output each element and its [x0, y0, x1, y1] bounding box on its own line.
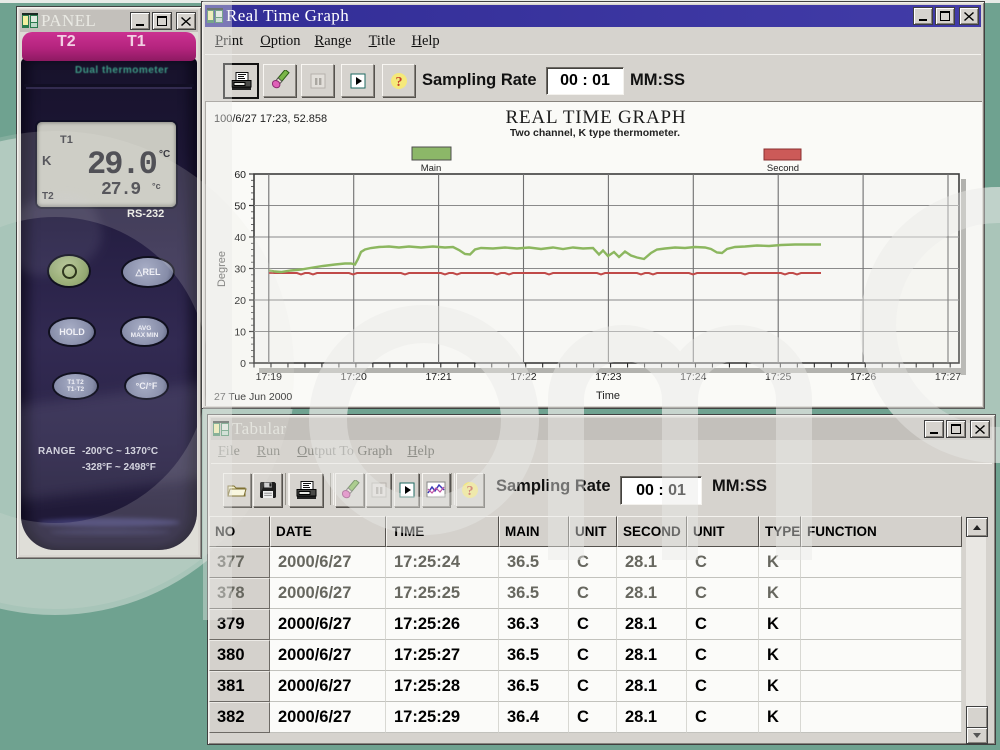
svg-text:17:19: 17:19 — [256, 371, 282, 383]
svg-text:0: 0 — [240, 358, 246, 370]
svg-text:17:20: 17:20 — [341, 371, 367, 383]
svg-text:?: ? — [467, 484, 474, 499]
svg-text:60: 60 — [234, 169, 246, 181]
svg-text:17:23: 17:23 — [595, 371, 621, 383]
svg-text:Second: Second — [767, 163, 799, 174]
svg-text:17:27: 17:27 — [935, 371, 961, 383]
svg-text:10: 10 — [234, 327, 246, 339]
svg-text:17:26: 17:26 — [850, 371, 876, 383]
svg-text:Degree: Degree — [216, 251, 228, 287]
svg-text:17:25: 17:25 — [765, 371, 791, 383]
svg-text:Main: Main — [421, 163, 442, 174]
svg-text:27 Tue Jun 2000: 27 Tue Jun 2000 — [214, 391, 292, 403]
svg-text:30: 30 — [234, 264, 246, 276]
svg-text:17:21: 17:21 — [425, 371, 451, 383]
svg-text:50: 50 — [234, 201, 246, 213]
svg-text:REAL TIME GRAPH: REAL TIME GRAPH — [506, 107, 687, 128]
svg-text:?: ? — [395, 75, 402, 90]
svg-text:17:24: 17:24 — [680, 371, 706, 383]
svg-text:20: 20 — [234, 295, 246, 307]
svg-text:100/6/27 17:23, 52.858: 100/6/27 17:23, 52.858 — [214, 113, 327, 125]
svg-text:17:22: 17:22 — [510, 371, 536, 383]
svg-text:Two channel, K type thermomet: Two channel, K type thermometer. — [510, 127, 680, 139]
svg-text:Time: Time — [596, 390, 620, 402]
svg-text:40: 40 — [234, 232, 246, 244]
